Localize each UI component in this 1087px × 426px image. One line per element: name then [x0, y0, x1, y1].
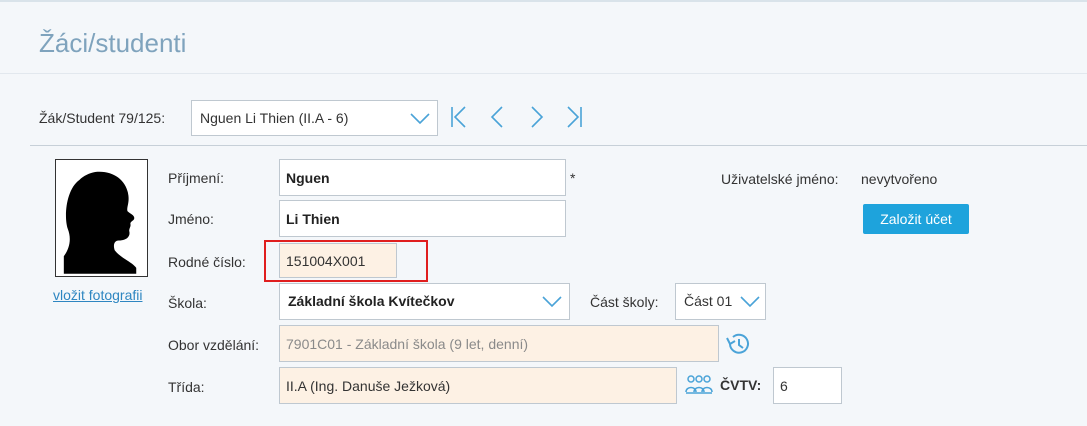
school-select[interactable]: Základní škola Kvítečkov — [279, 283, 570, 320]
history-icon[interactable] — [724, 330, 752, 358]
chevron-down-icon — [410, 113, 430, 125]
class-label: Třída: — [168, 379, 205, 395]
page-header: Žáci/studenti — [0, 2, 1087, 74]
divider — [30, 145, 1087, 146]
student-select[interactable]: Nguen Li Thien (II.A - 6) — [191, 100, 438, 136]
cvtv-input[interactable]: 6 — [773, 367, 842, 404]
field-of-study-input[interactable]: 7901C01 - Základní škola (9 let, denní) — [279, 325, 719, 362]
first-icon[interactable] — [448, 104, 472, 130]
school-label: Škola: — [168, 295, 207, 311]
silhouette-icon — [63, 171, 137, 274]
chevron-down-icon — [740, 296, 760, 308]
cvtv-value: 6 — [780, 378, 788, 394]
student-select-value: Nguen Li Thien (II.A - 6) — [200, 110, 349, 126]
chevron-down-icon — [542, 296, 562, 308]
required-mark: * — [570, 170, 576, 186]
page-title: Žáci/studenti — [39, 28, 187, 58]
school-part-label: Část školy: — [590, 294, 659, 310]
prev-icon[interactable] — [486, 104, 510, 130]
people-icon[interactable] — [685, 372, 713, 396]
field-of-study-value: 7901C01 - Základní škola (9 let, denní) — [286, 336, 529, 352]
class-value: II.A (Ing. Danuše Ježková) — [286, 378, 451, 394]
next-icon[interactable] — [524, 104, 548, 130]
firstname-input[interactable]: Li Thien — [279, 200, 566, 237]
username-label: Uživatelské jméno: — [721, 171, 839, 187]
firstname-label: Jméno: — [168, 211, 214, 227]
birth-number-label: Rodné číslo: — [168, 254, 246, 270]
surname-label: Příjmení: — [168, 170, 225, 186]
cvtv-label: ČVTV: — [720, 377, 762, 393]
username-value: nevytvořeno — [861, 171, 938, 187]
student-photo — [55, 159, 148, 277]
upload-photo-link[interactable]: vložit fotografii — [53, 287, 142, 303]
class-input[interactable]: II.A (Ing. Danuše Ježková) — [279, 367, 677, 404]
student-counter-label: Žák/Student 79/125: — [39, 110, 166, 126]
school-select-value: Základní škola Kvítečkov — [288, 293, 455, 309]
field-of-study-label: Obor vzdělání: — [168, 337, 260, 353]
firstname-value: Li Thien — [286, 211, 340, 227]
highlight-box — [264, 240, 428, 282]
school-part-select[interactable]: Část 01 — [675, 283, 766, 320]
school-part-value: Část 01 — [684, 293, 733, 309]
last-icon[interactable] — [562, 104, 586, 130]
create-account-button[interactable]: Založit účet — [863, 204, 969, 234]
surname-input[interactable]: Nguen — [279, 159, 566, 196]
surname-value: Nguen — [286, 170, 330, 186]
